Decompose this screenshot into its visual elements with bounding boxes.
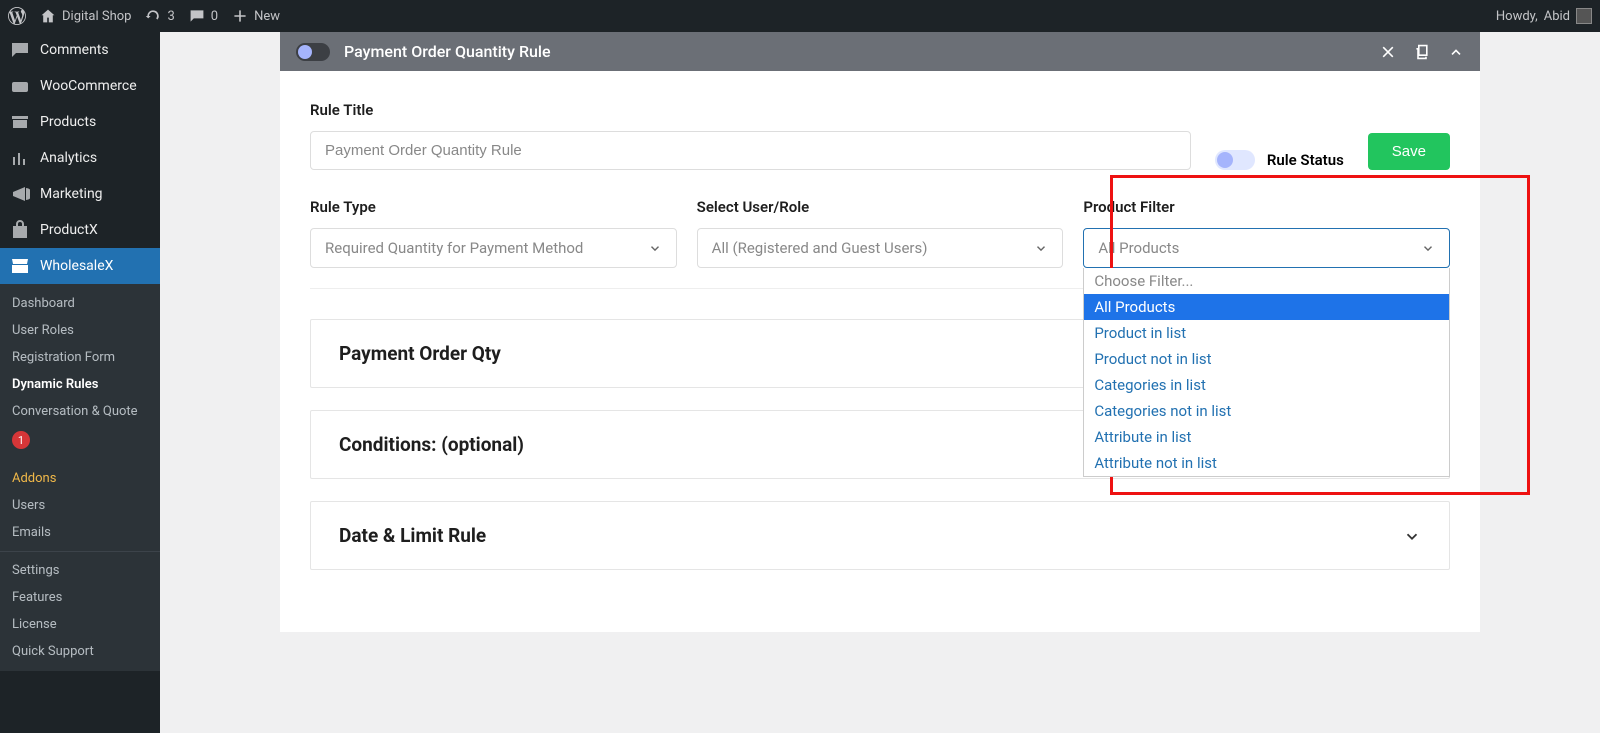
wordpress-icon — [8, 7, 26, 25]
rule-type-value: Required Quantity for Payment Method — [325, 239, 583, 257]
product-filter-select[interactable]: All Products — [1083, 228, 1450, 268]
plus-icon — [232, 8, 248, 24]
comment-icon — [10, 40, 30, 60]
rule-type-label: Rule Type — [310, 198, 677, 216]
submenu-conversation[interactable]: Conversation & Quote — [0, 398, 160, 425]
sidebar-item-label: ProductX — [40, 222, 98, 238]
rule-enable-toggle[interactable] — [296, 43, 330, 61]
howdy-prefix: Howdy, — [1496, 9, 1538, 24]
dropdown-option[interactable]: Attribute not in list — [1084, 450, 1449, 476]
chevron-down-icon — [648, 241, 662, 255]
woo-icon — [10, 76, 30, 96]
user-role-select[interactable]: All (Registered and Guest Users) — [697, 228, 1064, 268]
chart-icon — [10, 148, 30, 168]
duplicate-icon[interactable] — [1414, 44, 1430, 60]
submenu-label: Conversation & Quote — [12, 404, 138, 419]
sidebar-item-label: WholesaleX — [40, 258, 113, 274]
user-role-value: All (Registered and Guest Users) — [712, 239, 928, 257]
rule-title-input[interactable] — [310, 131, 1191, 170]
submenu-emails[interactable]: Emails — [0, 519, 160, 546]
main-content: Payment Order Quantity Rule Rule Title — [160, 32, 1600, 733]
new-label: New — [254, 9, 280, 24]
accordion-title: Payment Order Qty — [339, 342, 501, 365]
admin-sidebar: Comments WooCommerce Products Analytics … — [0, 32, 160, 733]
avatar — [1576, 8, 1592, 24]
sidebar-item-products[interactable]: Products — [0, 104, 160, 140]
submenu-license[interactable]: License — [0, 611, 160, 638]
rule-title-label: Rule Title — [310, 101, 1191, 119]
dropdown-option[interactable]: Product in list — [1084, 320, 1449, 346]
notification-badge: 1 — [12, 431, 30, 449]
chevron-down-icon — [1403, 527, 1421, 545]
product-filter-dropdown: Choose Filter... All Products Product in… — [1083, 268, 1450, 477]
chevron-down-icon — [1421, 241, 1435, 255]
rule-body: Rule Title Rule Status Save Rule Type — [280, 71, 1480, 632]
submenu-conversation-badge-row: 1 — [0, 425, 160, 455]
submenu-user-roles[interactable]: User Roles — [0, 317, 160, 344]
sidebar-item-label: Comments — [40, 42, 109, 58]
megaphone-icon — [10, 184, 30, 204]
home-icon — [40, 8, 56, 24]
dropdown-option[interactable]: Choose Filter... — [1084, 268, 1449, 294]
submenu-dashboard[interactable]: Dashboard — [0, 290, 160, 317]
dropdown-option[interactable]: Attribute in list — [1084, 424, 1449, 450]
updates-count: 3 — [167, 9, 174, 24]
site-name: Digital Shop — [62, 9, 131, 24]
sidebar-item-wholesalex[interactable]: WholesaleX — [0, 248, 160, 284]
product-filter-value: All Products — [1098, 239, 1179, 257]
submenu-dynamic-rules[interactable]: Dynamic Rules — [0, 371, 160, 398]
sidebar-item-label: WooCommerce — [40, 78, 137, 94]
accordion-date-limit: Date & Limit Rule — [310, 501, 1450, 570]
comment-icon — [189, 8, 205, 24]
user-role-label: Select User/Role — [697, 198, 1064, 216]
submenu-registration-form[interactable]: Registration Form — [0, 344, 160, 371]
archive-icon — [10, 112, 30, 132]
chevron-up-icon[interactable] — [1448, 44, 1464, 60]
accordion-title: Conditions: (optional) — [339, 433, 524, 456]
user-account-link[interactable]: Howdy, Abid — [1496, 8, 1592, 24]
sidebar-item-label: Products — [40, 114, 96, 130]
rule-header-bar: Payment Order Quantity Rule — [280, 32, 1480, 71]
submenu-addons[interactable]: Addons — [0, 465, 160, 492]
submenu-users[interactable]: Users — [0, 492, 160, 519]
chevron-down-icon — [1034, 241, 1048, 255]
sidebar-item-label: Analytics — [40, 150, 97, 166]
dropdown-option[interactable]: Categories in list — [1084, 372, 1449, 398]
save-button[interactable]: Save — [1368, 133, 1450, 170]
sidebar-item-label: Marketing — [40, 186, 103, 202]
update-icon — [145, 8, 161, 24]
admin-bar: Digital Shop 3 0 New Howdy, Abid — [0, 0, 1600, 32]
rule-type-select[interactable]: Required Quantity for Payment Method — [310, 228, 677, 268]
dropdown-option[interactable]: All Products — [1084, 294, 1449, 320]
rule-status-label: Rule Status — [1267, 151, 1344, 169]
accordion-title: Date & Limit Rule — [339, 524, 486, 547]
product-filter-column: Product Filter All Products Choose Filte… — [1083, 198, 1450, 268]
store-icon — [10, 256, 30, 276]
comments-count: 0 — [211, 9, 218, 24]
accordion-header[interactable]: Date & Limit Rule — [311, 502, 1449, 569]
menu-separator — [0, 551, 160, 552]
dropdown-option[interactable]: Categories not in list — [1084, 398, 1449, 424]
new-content-link[interactable]: New — [232, 8, 280, 24]
wp-logo[interactable] — [8, 7, 26, 25]
close-icon[interactable] — [1380, 44, 1396, 60]
sidebar-item-comments[interactable]: Comments — [0, 32, 160, 68]
dropdown-option[interactable]: Product not in list — [1084, 346, 1449, 372]
bag-icon — [10, 220, 30, 240]
sidebar-item-marketing[interactable]: Marketing — [0, 176, 160, 212]
rule-header-title: Payment Order Quantity Rule — [344, 42, 551, 61]
sidebar-item-woocommerce[interactable]: WooCommerce — [0, 68, 160, 104]
sidebar-item-analytics[interactable]: Analytics — [0, 140, 160, 176]
sidebar-item-productx[interactable]: ProductX — [0, 212, 160, 248]
rule-status-toggle[interactable] — [1215, 150, 1255, 170]
site-home-link[interactable]: Digital Shop — [40, 8, 131, 24]
updates-link[interactable]: 3 — [145, 8, 174, 24]
submenu-features[interactable]: Features — [0, 584, 160, 611]
user-name: Abid — [1544, 9, 1570, 24]
wholesalex-submenu: Dashboard User Roles Registration Form D… — [0, 284, 160, 671]
submenu-quick-support[interactable]: Quick Support — [0, 638, 160, 665]
comments-link[interactable]: 0 — [189, 8, 218, 24]
product-filter-label: Product Filter — [1083, 198, 1450, 216]
submenu-settings[interactable]: Settings — [0, 557, 160, 584]
